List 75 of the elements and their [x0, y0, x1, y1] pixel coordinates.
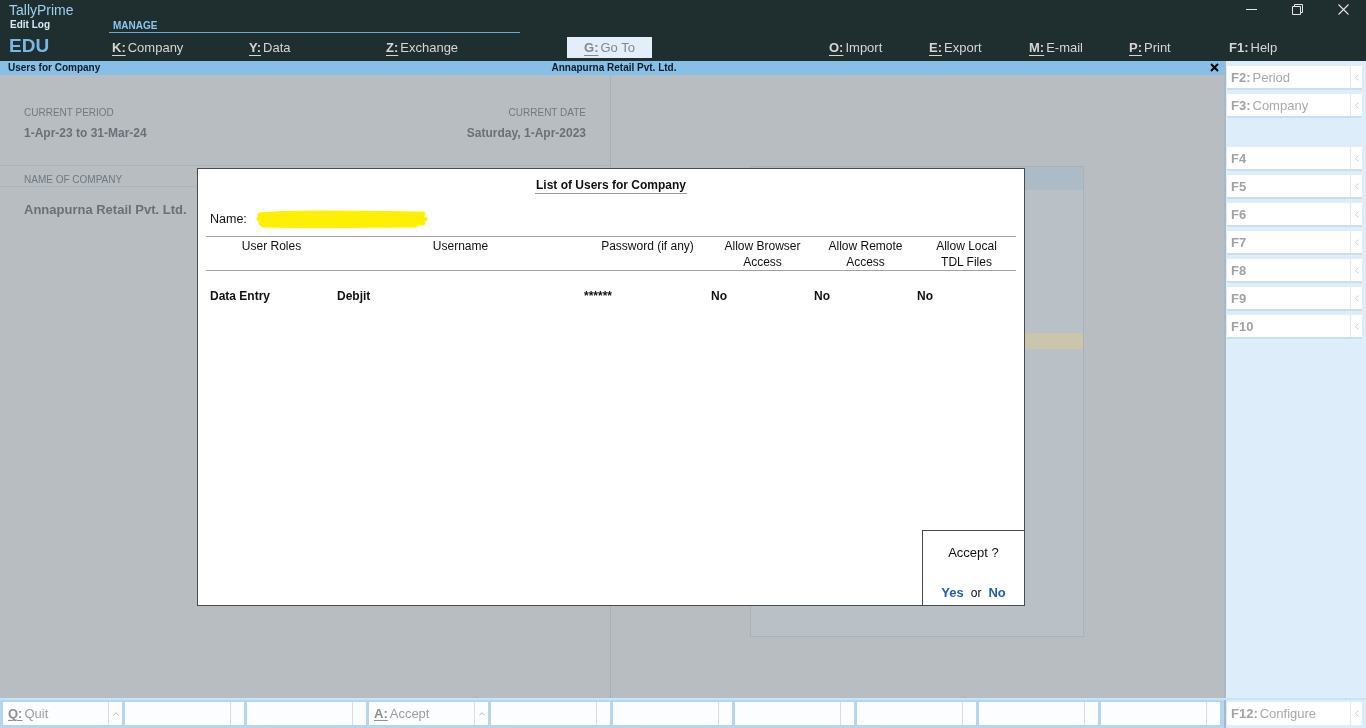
function-key-button[interactable]: F4	[1227, 147, 1362, 169]
table-cell-text: No	[711, 288, 728, 304]
confirm-option[interactable]: No	[988, 585, 1006, 601]
column-header: Allow Browser Access	[723, 238, 802, 270]
caret-up-icon	[478, 711, 485, 716]
chevron-left-icon	[1354, 182, 1359, 190]
empty-footer-button[interactable]	[247, 702, 366, 725]
mode-label: Edit Log	[9, 18, 50, 32]
chevron-left-icon	[1354, 710, 1359, 717]
function-key-button[interactable]: F5	[1227, 175, 1362, 197]
close-screen-button[interactable]	[1210, 63, 1220, 73]
chevron-left-icon	[1354, 210, 1359, 218]
date-value: Saturday, 1-Apr-2023	[466, 125, 586, 141]
confirm-prompt: Accept ?	[948, 545, 999, 561]
footer-button[interactable]: Q:Quit	[3, 702, 122, 725]
app-name: TallyPrime	[9, 2, 74, 18]
empty-footer-button[interactable]	[125, 702, 244, 725]
company-name: Annapurna Retail Pvt. Ltd.	[24, 202, 187, 217]
date-label: CURRENT DATE	[508, 107, 586, 119]
column-header: Username	[431, 238, 490, 255]
empty-footer-button[interactable]	[735, 702, 854, 725]
chevron-left-icon	[1354, 73, 1359, 81]
menu-item[interactable]: P:Print	[1129, 33, 1229, 61]
configure-button[interactable]: F12:Configure	[1227, 702, 1362, 725]
menu-item[interactable]: K:Company	[112, 33, 249, 61]
column-header: Password (if any)	[600, 238, 695, 255]
function-key-button[interactable]: F2:Period	[1227, 66, 1362, 88]
close-icon	[1337, 4, 1349, 15]
footer-button[interactable]: A:Accept	[369, 702, 488, 725]
table-cell-text: ******	[584, 288, 614, 304]
chevron-left-icon	[1354, 101, 1359, 109]
menu-item[interactable]: E:Export	[929, 33, 1029, 61]
function-key-button[interactable]: F9	[1227, 287, 1362, 309]
table-cell-text: Data Entry	[209, 288, 272, 304]
minimize-icon	[1245, 9, 1257, 10]
empty-footer-button[interactable]	[1101, 702, 1220, 725]
function-key-button[interactable]: F7	[1227, 231, 1362, 253]
table-cell-text: No	[917, 288, 934, 304]
chevron-left-icon	[1354, 238, 1359, 246]
chevron-left-icon	[1354, 154, 1359, 162]
dialog-title: List of Users for Company	[535, 178, 687, 194]
column-header: Allow Local TDL Files	[935, 238, 998, 270]
company-title: Annapurna Retail Pvt. Ltd.	[551, 61, 677, 75]
chevron-left-icon	[1354, 322, 1359, 330]
restore-icon	[1291, 4, 1303, 15]
caret-up-icon	[112, 711, 119, 716]
section-heading: MANAGE	[109, 19, 520, 33]
menu-item[interactable]: F1:Help	[1229, 33, 1329, 61]
menu-item[interactable]: Z:Exchange	[386, 33, 523, 61]
screen-title: Users for Company	[8, 61, 102, 75]
edition-label: EDU	[9, 34, 50, 58]
chevron-left-icon	[1354, 294, 1359, 302]
period-label: CURRENT PERIOD	[24, 107, 114, 119]
menu-item[interactable]: M:E-mail	[1029, 33, 1129, 61]
function-key-button[interactable]: F3:Company	[1227, 94, 1362, 116]
chevron-left-icon	[1354, 266, 1359, 274]
empty-footer-button[interactable]	[857, 702, 976, 725]
period-value: 1-Apr-23 to 31-Mar-24	[24, 125, 147, 141]
column-header: Allow Remote Access	[827, 238, 904, 270]
function-key-button[interactable]: F6	[1227, 203, 1362, 225]
menu-item[interactable]: Y:Data	[249, 33, 386, 61]
function-key-button[interactable]: F8	[1227, 259, 1362, 281]
name-label: Name:	[210, 211, 247, 227]
empty-footer-button[interactable]	[613, 702, 732, 725]
column-header: User Roles	[240, 238, 303, 255]
table-cell-text: Debjit	[337, 288, 372, 304]
table-cell-text: No	[814, 288, 831, 304]
confirm-option[interactable]: Yes	[941, 585, 964, 601]
empty-footer-button[interactable]	[979, 702, 1098, 725]
joiner-text: or	[970, 585, 982, 601]
empty-footer-button[interactable]	[491, 702, 610, 725]
company-name-label: NAME OF COMPANY	[24, 174, 123, 185]
menu-item[interactable]: O:Import	[829, 33, 929, 61]
close-icon	[1210, 63, 1219, 72]
function-key-button[interactable]: F10	[1227, 315, 1362, 337]
